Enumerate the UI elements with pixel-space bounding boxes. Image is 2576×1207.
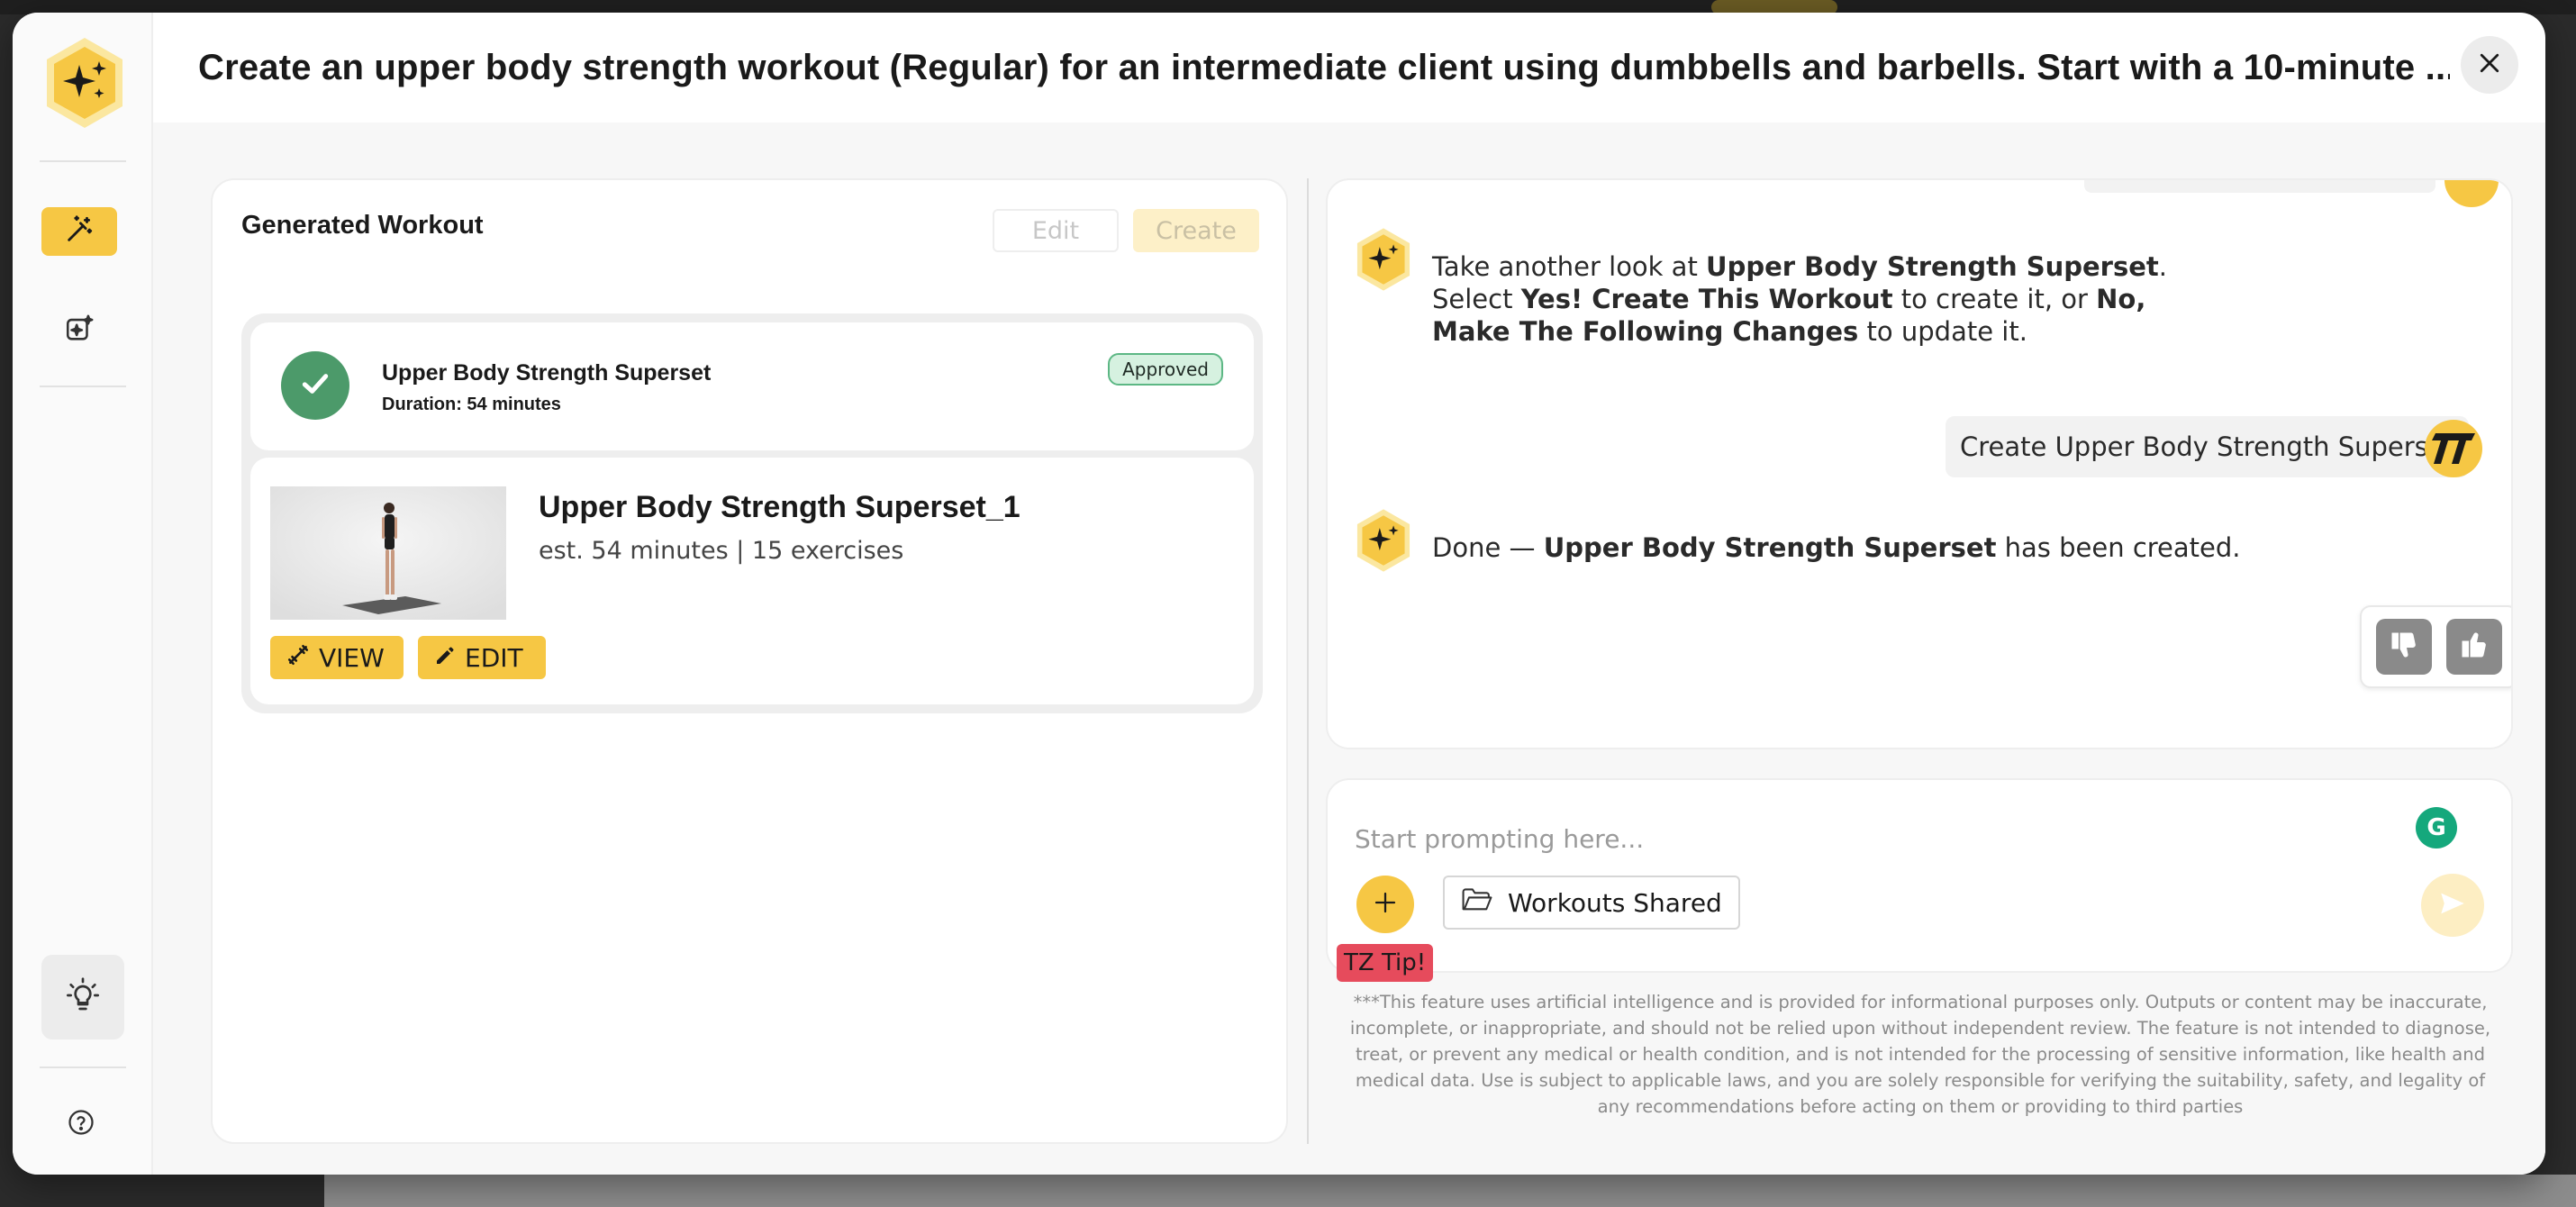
workout-card-group: Upper Body Strength Superset Duration: 5… (241, 313, 1263, 713)
assistant-avatar (1355, 508, 1412, 573)
thumbs-down-icon (2388, 629, 2420, 665)
dislike-button[interactable] (2376, 619, 2432, 675)
modal-header: Create an upper body strength workout (R… (153, 13, 2545, 123)
panel-divider (1307, 178, 1309, 1144)
sidebar-item-ai-image[interactable] (41, 306, 117, 355)
user-avatar (2444, 180, 2499, 207)
assistant-message: Take another look at Upper Body Strength… (1432, 251, 2167, 347)
chat-thread: Take another look at Upper Body Strength… (1326, 178, 2513, 749)
previous-message-cut (2084, 180, 2435, 193)
question-circle-icon (68, 1109, 95, 1139)
folder-selector[interactable]: Workouts Shared (1443, 876, 1740, 930)
folder-icon (1461, 886, 1493, 920)
approved-check (281, 351, 349, 420)
prompt-input[interactable] (1355, 816, 2345, 861)
thumbs-up-icon (2458, 629, 2490, 665)
workout-variant-card: Upper Body Strength Superset_1 est. 54 m… (250, 458, 1254, 704)
modal-sidebar (13, 13, 153, 1175)
ai-workout-modal: Create an upper body strength workout (R… (13, 13, 2545, 1175)
modal-content: Generated Workout Edit Create Upper Body… (153, 123, 2545, 1175)
background-bottom-strip (324, 1175, 2576, 1207)
panel-title: Generated Workout (241, 211, 484, 240)
assistant-avatar (1355, 227, 1412, 292)
lightbulb-icon (65, 977, 101, 1017)
pencil-icon (434, 643, 456, 673)
modal-title: Create an upper body strength workout (R… (198, 47, 2450, 87)
edit-button[interactable]: Edit (993, 209, 1119, 252)
generated-workout-panel: Generated Workout Edit Create Upper Body… (211, 178, 1288, 1144)
workout-thumbnail (270, 486, 506, 620)
edit-label: EDIT (465, 642, 523, 673)
check-icon (297, 366, 333, 405)
close-icon (2476, 50, 2503, 80)
plus-icon (1372, 889, 1399, 920)
workout-duration: Duration: 54 minutes (382, 395, 561, 414)
variant-name: Upper Body Strength Superset_1 (539, 490, 1020, 524)
grammarly-icon[interactable]: G (2416, 807, 2457, 849)
prompt-composer: G Workouts Shared (1326, 778, 2513, 973)
create-button[interactable]: Create (1133, 209, 1259, 252)
send-icon (2437, 888, 2468, 922)
close-button[interactable] (2461, 36, 2518, 94)
variant-meta: est. 54 minutes | 15 exercises (539, 537, 904, 565)
view-label: VIEW (319, 642, 385, 673)
sparkle-hexagon-icon (43, 36, 126, 130)
sidebar-divider (40, 386, 126, 387)
send-button[interactable] (2421, 874, 2484, 937)
add-attachment-button[interactable] (1356, 876, 1414, 933)
user-message: Create Upper Body Strength Superset (1946, 416, 2469, 477)
sparkle-image-icon (64, 313, 95, 348)
dumbbell-icon (286, 643, 310, 673)
workout-name: Upper Body Strength Superset (382, 360, 712, 386)
feedback-bar (2360, 605, 2511, 688)
help-button[interactable] (61, 1104, 101, 1144)
sidebar-divider (40, 1066, 126, 1068)
sidebar-item-ai-workout[interactable] (41, 207, 117, 256)
user-avatar (2425, 420, 2482, 477)
folder-label: Workouts Shared (1508, 887, 1722, 918)
assistant-message: Done — Upper Body Strength Superset has … (1432, 532, 2241, 563)
tips-button[interactable] (41, 955, 124, 1039)
sidebar-divider (40, 160, 126, 162)
magic-wand-icon (64, 214, 95, 249)
ai-disclaimer: ***This feature uses artificial intellig… (1349, 992, 2491, 1117)
tz-tip-badge[interactable]: TZ Tip! (1337, 944, 1434, 982)
status-badge: Approved (1108, 353, 1223, 386)
like-button[interactable] (2446, 619, 2502, 675)
view-button[interactable]: VIEW (270, 636, 404, 679)
edit-variant-button[interactable]: EDIT (418, 636, 546, 679)
workout-summary-card[interactable]: Upper Body Strength Superset Duration: 5… (250, 322, 1254, 450)
